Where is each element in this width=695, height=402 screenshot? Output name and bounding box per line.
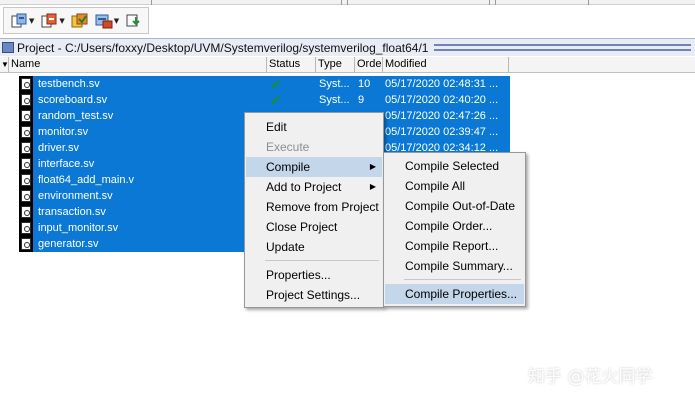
strip-divider: [588, 0, 589, 5]
file-name: testbench.sv: [38, 78, 100, 90]
file-order: 10: [358, 78, 371, 90]
strip-divider: [489, 0, 490, 5]
compile-button[interactable]: [69, 10, 91, 32]
menu-item-compile-order[interactable]: Compile Order...: [385, 216, 524, 236]
file-name: random_test.sv: [38, 110, 114, 122]
strip-divider: [495, 0, 496, 5]
table-row[interactable]: scoreboard.sv ✓ Syst... 9 05/17/2020 02:…: [0, 92, 695, 108]
file-name: interface.sv: [38, 158, 95, 170]
project-title-bar[interactable]: Project - C:/Users/foxxy/Desktop/UVM/Sys…: [0, 38, 695, 56]
menu-item-add-to-project-label: Add to Project: [266, 180, 342, 194]
menu-item-compile-label: Compile: [266, 160, 311, 174]
menu-item-compile-selected[interactable]: Compile Selected: [385, 156, 524, 176]
file-modified: 05/17/2020 02:40:20 ...: [385, 94, 499, 106]
menu-item-compile-out-of-date[interactable]: Compile Out-of-Date: [385, 196, 524, 216]
menu-item-compile-properties[interactable]: Compile Properties...: [385, 284, 524, 304]
menu-item-compile-summary[interactable]: Compile Summary...: [385, 256, 524, 276]
download-icon: [125, 13, 143, 29]
sort-arrow-icon[interactable]: ▼: [0, 57, 9, 73]
status-check-icon: ✓: [270, 76, 282, 92]
file-name: input_monitor.sv: [38, 222, 119, 234]
file-modified: 05/17/2020 02:48:31 ...: [385, 78, 499, 90]
strip-divider: [347, 0, 348, 5]
file-modified: 05/17/2020 02:39:47 ...: [385, 126, 499, 138]
sv-file-icon: [21, 126, 31, 138]
chevron-down-icon[interactable]: ▼: [114, 17, 119, 25]
watermark: 知乎 @花火同学: [528, 367, 653, 387]
toolbar: ▼ ▼ ▼: [3, 7, 149, 34]
strip-divider: [151, 0, 152, 5]
v-file-icon: [21, 174, 31, 186]
column-header-type[interactable]: Type: [316, 57, 355, 73]
menu-item-close-project[interactable]: Close Project: [246, 217, 382, 237]
file-order: 9: [358, 94, 365, 106]
menu-item-properties[interactable]: Properties...: [246, 265, 382, 285]
file-name: environment.sv: [38, 190, 113, 202]
menu-item-remove-from-project[interactable]: Remove from Project: [246, 197, 382, 217]
project-icon: [2, 42, 14, 53]
menu-item-compile-all[interactable]: Compile All: [385, 176, 524, 196]
chevron-down-icon[interactable]: ▼: [29, 17, 34, 25]
strip-divider: [341, 0, 342, 5]
chevron-down-icon[interactable]: ▼: [59, 17, 64, 25]
file-type: Syst...: [319, 78, 350, 90]
project-title: Project - C:/Users/foxxy/Desktop/UVM/Sys…: [17, 40, 429, 55]
column-header-order[interactable]: Order: [355, 57, 383, 73]
remove-file-icon: [40, 13, 58, 29]
menu-item-compile-report[interactable]: Compile Report...: [385, 236, 524, 256]
sv-file-icon: [21, 238, 31, 250]
menu-separator: [265, 260, 379, 261]
menu-item-update[interactable]: Update: [246, 237, 382, 257]
top-strip: [0, 0, 695, 5]
sv-file-icon: [21, 94, 31, 106]
remove-file-button[interactable]: ▼: [38, 10, 66, 32]
file-name: monitor.sv: [38, 126, 89, 138]
menu-item-compile[interactable]: Compile ▶: [246, 157, 382, 177]
file-name: float64_add_main.v: [38, 174, 135, 186]
simulate-icon: [95, 13, 113, 29]
add-file-button[interactable]: ▼: [8, 10, 36, 32]
menu-item-add-to-project[interactable]: Add to Project ▶: [246, 177, 382, 197]
sv-file-icon: [21, 110, 31, 122]
sv-file-icon: [21, 222, 31, 234]
table-header: ▼ Name Status Type Order Modified: [0, 57, 695, 73]
file-type: Syst...: [319, 94, 350, 106]
download-button[interactable]: [123, 10, 145, 32]
table-row[interactable]: testbench.sv ✓ Syst... 10 05/17/2020 02:…: [0, 76, 695, 92]
menu-item-execute[interactable]: Execute: [246, 137, 382, 157]
sv-file-icon: [21, 142, 31, 154]
file-name: generator.sv: [38, 238, 99, 250]
menu-item-edit[interactable]: Edit: [246, 117, 382, 137]
submenu-arrow-icon: ▶: [369, 162, 376, 171]
file-name: transaction.sv: [38, 206, 106, 218]
column-header-modified[interactable]: Modified: [383, 57, 509, 73]
file-modified: 05/17/2020 02:47:26 ...: [385, 110, 499, 122]
file-name: driver.sv: [38, 142, 79, 154]
status-check-icon: ✓: [270, 92, 282, 108]
menu-item-project-settings[interactable]: Project Settings...: [246, 285, 382, 305]
sv-file-icon: [21, 206, 31, 218]
title-grip[interactable]: [434, 44, 691, 51]
compile-submenu: Compile Selected Compile All Compile Out…: [383, 152, 526, 307]
sv-file-icon: [21, 190, 31, 202]
column-header-name[interactable]: Name: [9, 57, 267, 73]
menu-separator: [404, 279, 521, 280]
compile-icon: [71, 13, 89, 29]
add-file-icon: [10, 13, 28, 29]
context-menu: Edit Execute Compile ▶ Add to Project ▶ …: [244, 112, 384, 308]
column-header-status[interactable]: Status: [267, 57, 316, 73]
simulate-button[interactable]: ▼: [93, 10, 121, 32]
submenu-arrow-icon: ▶: [369, 182, 376, 191]
file-name: scoreboard.sv: [38, 94, 108, 106]
sv-file-icon: [21, 158, 31, 170]
sv-file-icon: [21, 78, 31, 90]
